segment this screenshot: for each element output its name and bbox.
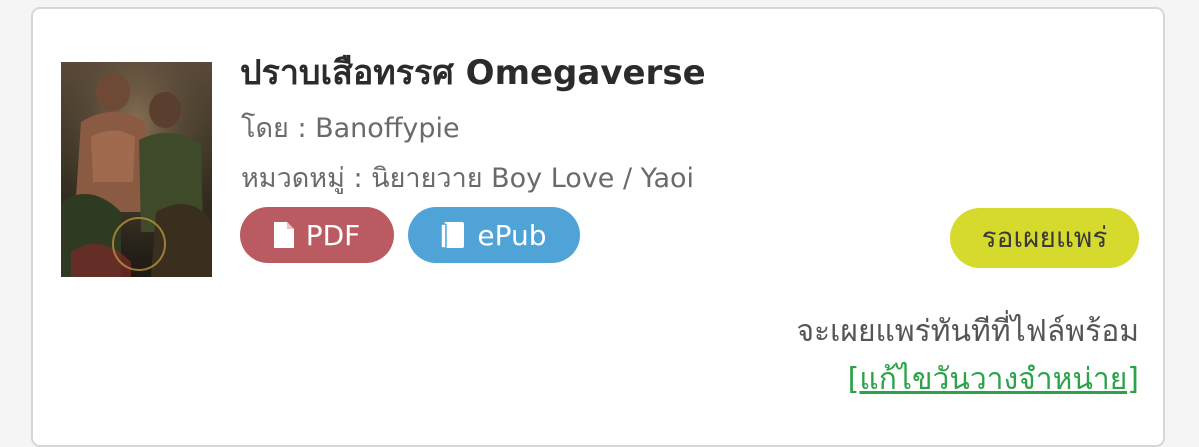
publish-status-button[interactable]: รอเผยแพร่	[950, 208, 1139, 268]
pdf-button-label: PDF	[305, 218, 361, 252]
pdf-button[interactable]: PDF	[240, 207, 394, 263]
publish-note: จะเผยแพร่ทันทีที่ไฟล์พร้อม	[796, 314, 1139, 349]
book-author: โดย : Banoffypie	[241, 113, 460, 144]
book-cover-image[interactable]	[61, 62, 212, 277]
epub-button[interactable]: ePub	[408, 207, 580, 263]
cover-artwork	[61, 62, 212, 277]
document-icon	[273, 222, 294, 248]
book-icon	[440, 221, 465, 249]
book-title[interactable]: ปราบเสือทรรศ Omegaverse	[240, 45, 706, 99]
edit-release-date-link[interactable]: [แก้ไขวันวางจำหน่าย]	[848, 356, 1139, 403]
book-category: หมวดหมู่ : นิยายวาย Boy Love / Yaoi	[241, 163, 695, 194]
epub-button-label: ePub	[477, 218, 547, 252]
